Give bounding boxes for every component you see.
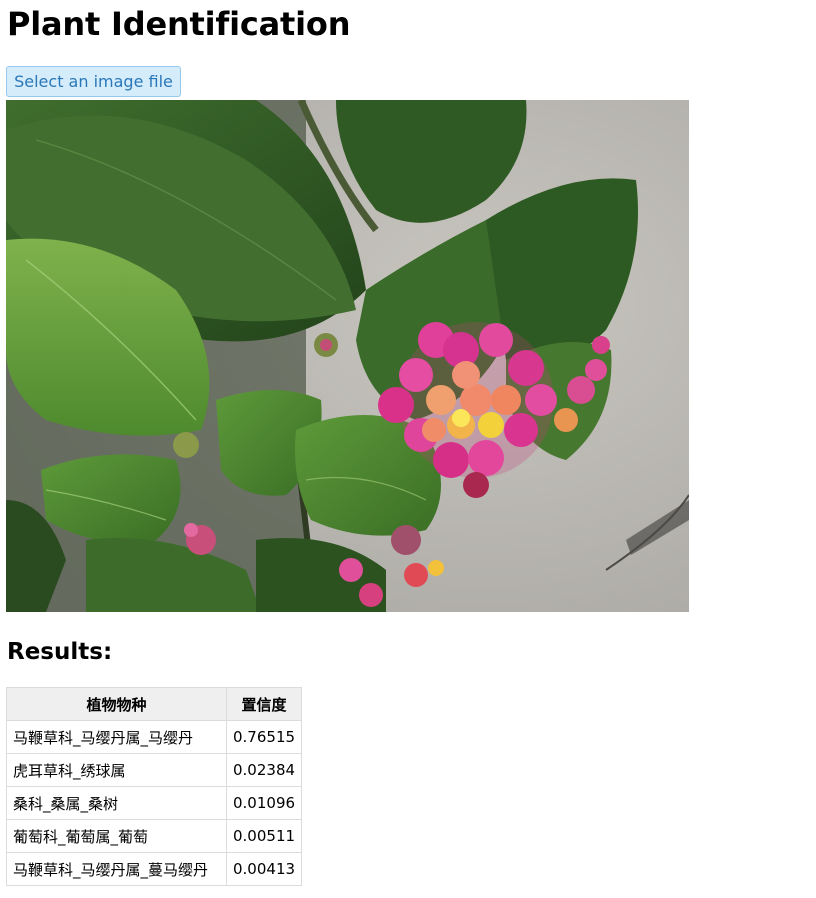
results-heading: Results:: [7, 639, 113, 665]
table-row: 马鞭草科_马缨丹属_马缨丹 0.76515: [6, 720, 303, 754]
species-cell: 葡萄科_葡萄属_葡萄: [6, 819, 227, 853]
confidence-cell: 0.76515: [225, 720, 303, 754]
column-header-confidence: 置信度: [225, 687, 303, 721]
table-row: 葡萄科_葡萄属_葡萄 0.00511: [6, 819, 303, 853]
select-image-button[interactable]: Select an image file: [6, 66, 181, 97]
results-table: 植物物种 置信度 马鞭草科_马缨丹属_马缨丹 0.76515 虎耳草科_绣球属 …: [6, 687, 303, 886]
species-cell: 马鞭草科_马缨丹属_马缨丹: [6, 720, 227, 754]
page-title: Plant Identification: [7, 5, 351, 43]
table-header-row: 植物物种 置信度: [6, 687, 303, 721]
uploaded-plant-image: [6, 100, 689, 612]
species-cell: 虎耳草科_绣球属: [6, 753, 227, 787]
confidence-cell: 0.02384: [225, 753, 303, 787]
page: Plant Identification Select an image fil…: [0, 0, 816, 898]
species-cell: 马鞭草科_马缨丹属_蔓马缨丹: [6, 852, 227, 886]
confidence-cell: 0.00413: [225, 852, 303, 886]
confidence-cell: 0.01096: [225, 786, 303, 820]
table-row: 马鞭草科_马缨丹属_蔓马缨丹 0.00413: [6, 852, 303, 886]
confidence-cell: 0.00511: [225, 819, 303, 853]
species-cell: 桑科_桑属_桑树: [6, 786, 227, 820]
plant-photo-illustration: [6, 100, 689, 612]
table-row: 虎耳草科_绣球属 0.02384: [6, 753, 303, 787]
column-header-species: 植物物种: [6, 687, 227, 721]
table-row: 桑科_桑属_桑树 0.01096: [6, 786, 303, 820]
